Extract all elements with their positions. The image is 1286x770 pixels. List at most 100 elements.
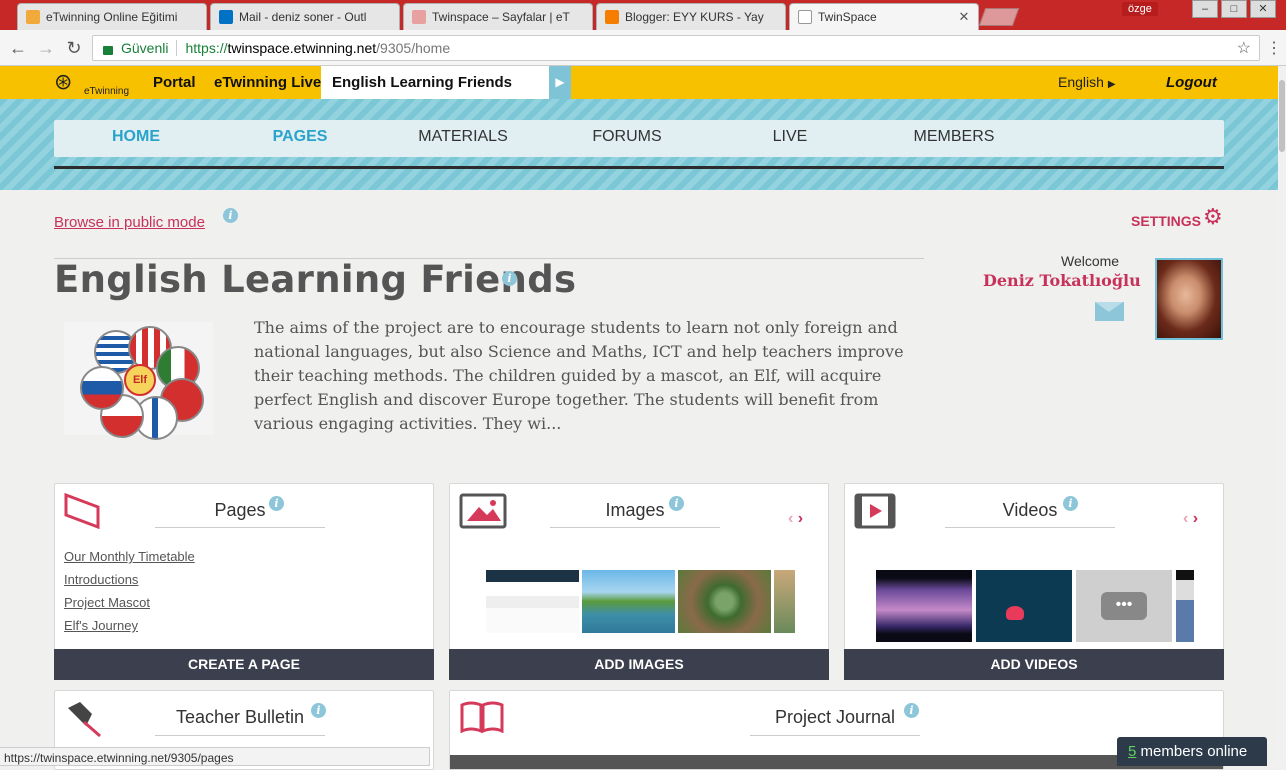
url-text: https://twinspace.etwinning.net/9305/hom… (185, 40, 451, 56)
blogger-favicon-icon (605, 10, 619, 24)
browser-tab-twinspace[interactable]: TwinSpace ✕ (789, 3, 979, 30)
project-title: English Learning Friends (54, 258, 577, 301)
secure-label: Güvenli (121, 40, 169, 56)
members-online-widget[interactable]: 5 members online (1117, 737, 1267, 766)
nav-pages[interactable]: PAGES (245, 128, 355, 146)
pages-card: Pages i Our Monthly Timetable Introducti… (54, 483, 434, 680)
browser-tab-etwinning-egitim[interactable]: eTwinning Online Eğitimi (17, 3, 207, 30)
mail-icon[interactable] (1095, 302, 1124, 321)
images-card: Images i ‹ › ADD IMAGES (449, 483, 829, 680)
page-link-timetable[interactable]: Our Monthly Timetable (64, 545, 195, 568)
browser-user-chip[interactable]: özge (1122, 2, 1158, 16)
video-thumbnail[interactable] (876, 570, 972, 642)
add-videos-button[interactable]: ADD VIDEOS (844, 649, 1224, 680)
videos-info-icon[interactable]: i (1063, 496, 1078, 511)
project-logo-image: Elf (64, 322, 213, 440)
project-switch-arrow-icon[interactable]: ▶ (549, 66, 571, 99)
new-tab-button[interactable] (978, 8, 1020, 26)
videos-prev-icon[interactable]: ‹ (1183, 510, 1188, 527)
browser-tab-blogger[interactable]: Blogger: EYY KURS - Yay (596, 3, 786, 30)
pages-list: Our Monthly Timetable Introductions Proj… (64, 545, 195, 637)
etwinning-live-link[interactable]: eTwinning Live (214, 74, 321, 91)
etwinning-favicon-icon (26, 10, 40, 24)
nav-forums[interactable]: FORUMS (572, 128, 682, 146)
page-scrollbar[interactable] (1278, 66, 1286, 766)
journal-info-icon[interactable]: i (904, 703, 919, 718)
page-favicon-icon (798, 10, 812, 24)
forward-arrow-icon[interactable]: → (36, 38, 56, 58)
nav-materials[interactable]: MATERIALS (408, 128, 518, 146)
bulletin-info-icon[interactable]: i (311, 703, 326, 718)
nav-members[interactable]: MEMBERS (899, 128, 1009, 146)
videos-card: Videos i ‹ › ••• ADD VIDEOS (844, 483, 1224, 680)
project-journal-card: Project Journal i (449, 690, 1224, 770)
image-thumbnail[interactable] (486, 570, 579, 633)
settings-gear-icon[interactable]: ⚙ (1203, 205, 1223, 230)
welcome-label: Welcome (1061, 253, 1120, 269)
bookmark-star-icon[interactable]: ☆ (1237, 38, 1251, 58)
page-scrollbar-thumb[interactable] (1279, 80, 1285, 152)
reload-icon[interactable]: ↻ (64, 38, 84, 58)
etwinning-logo[interactable]: ⊛ eTwinning (54, 70, 132, 98)
pages-info-icon[interactable]: i (269, 496, 284, 511)
page-link-introductions[interactable]: Introductions (64, 568, 195, 591)
video-thumbnail[interactable] (1176, 570, 1194, 642)
videos-carousel-arrows: ‹ › (1183, 510, 1198, 528)
nav-home[interactable]: HOME (81, 128, 191, 146)
bulletin-card-underline (155, 735, 325, 736)
video-thumbnail[interactable]: ••• (1076, 570, 1172, 642)
add-images-button[interactable]: ADD IMAGES (449, 649, 829, 680)
image-thumbnail[interactable] (678, 570, 771, 633)
url-separator (176, 40, 178, 56)
pushpin-icon (68, 702, 101, 738)
project-tab[interactable]: English Learning Friends (321, 66, 549, 99)
videos-card-title: Videos (1002, 500, 1058, 520)
nav-live[interactable]: LIVE (735, 128, 845, 146)
journal-toolbar (450, 755, 1223, 769)
twinspace-favicon-icon (412, 10, 426, 24)
videos-card-underline (945, 527, 1115, 528)
settings-link[interactable]: SETTINGS (1131, 213, 1201, 229)
image-thumbnail[interactable] (582, 570, 675, 633)
browse-public-mode-link[interactable]: Browse in public mode (54, 214, 205, 231)
close-window-icon[interactable]: ✕ (1250, 0, 1276, 18)
members-online-label: members online (1140, 743, 1248, 760)
images-card-title: Images (605, 500, 665, 520)
title-info-icon[interactable]: i (502, 271, 517, 286)
browse-info-icon[interactable]: i (223, 208, 238, 223)
videos-next-icon[interactable]: › (1193, 510, 1198, 527)
etwinning-logo-icon: ⊛ (54, 70, 73, 95)
pages-card-title: Pages (214, 500, 266, 520)
image-thumbnail[interactable] (774, 570, 795, 633)
page-link-elfs-journey[interactable]: Elf's Journey (64, 614, 195, 637)
browser-tab-outlook[interactable]: Mail - deniz soner - Outl (210, 3, 400, 30)
maximize-window-icon[interactable]: □ (1221, 0, 1247, 18)
project-description: The aims of the project are to encourage… (254, 318, 904, 433)
user-name[interactable]: Deniz Tokatlıoğlu (983, 271, 1141, 290)
url-input[interactable]: Güvenli https://twinspace.etwinning.net/… (92, 35, 1260, 61)
images-prev-icon[interactable]: ‹ (788, 510, 793, 527)
back-arrow-icon[interactable]: ← (8, 38, 28, 58)
members-online-count[interactable]: 5 (1128, 743, 1136, 760)
video-thumbnail[interactable] (976, 570, 1072, 642)
browser-menu-icon[interactable]: ⋮ (1266, 38, 1282, 58)
language-selector[interactable]: English ▶ (1058, 74, 1116, 90)
minimize-window-icon[interactable]: – (1192, 0, 1218, 18)
teacher-bulletin-title: Teacher Bulletin (175, 707, 305, 727)
images-info-icon[interactable]: i (669, 496, 684, 511)
browser-tab-twinspace-pages[interactable]: Twinspace – Sayfalar | eT (403, 3, 593, 30)
mascot-label: Elf (124, 364, 156, 396)
site-top-bar: ⊛ eTwinning Portal eTwinning Live Englis… (0, 66, 1286, 99)
page-link-mascot[interactable]: Project Mascot (64, 591, 195, 614)
book-icon (460, 701, 504, 734)
images-card-underline (550, 527, 720, 528)
pages-icon (64, 493, 100, 529)
logout-link[interactable]: Logout (1166, 74, 1217, 91)
avatar[interactable] (1155, 258, 1223, 340)
create-page-button[interactable]: CREATE A PAGE (54, 649, 434, 680)
images-next-icon[interactable]: › (798, 510, 803, 527)
images-icon (459, 493, 507, 529)
images-carousel-arrows: ‹ › (788, 510, 803, 528)
close-tab-icon[interactable]: ✕ (956, 9, 972, 25)
portal-link[interactable]: Portal (153, 74, 196, 91)
